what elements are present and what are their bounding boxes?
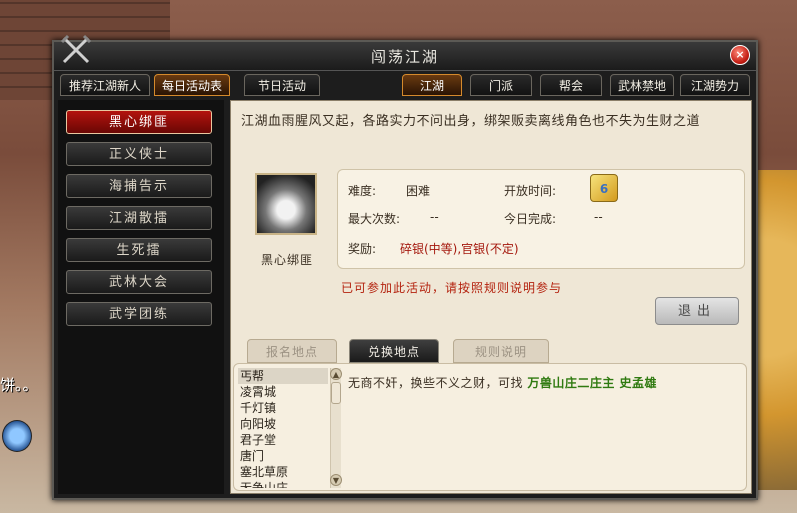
title-bar[interactable]: 闯荡江湖 × [54, 34, 756, 71]
list-item[interactable]: 君子堂 [238, 432, 328, 448]
activity-sidebar: 黑心绑匪 正义侠士 海捕告示 江湖散擂 生死擂 武林大会 武学团练 [58, 100, 224, 494]
scroll-up-icon[interactable]: ▲ [330, 368, 342, 380]
exchange-location-box: 丐帮 凌霄城 千灯镇 向阳坡 君子堂 唐门 塞北草原 无争山庄 ▲ ▼ 无商不奸… [233, 363, 747, 491]
place-list: 丐帮 凌霄城 千灯镇 向阳坡 君子堂 唐门 塞北草原 无争山庄 [238, 368, 328, 488]
sidebar-item-wanted-notice[interactable]: 海捕告示 [66, 174, 212, 198]
tab-exchange-location[interactable]: 兑换地点 [349, 339, 439, 363]
window-title: 闯荡江湖 [370, 48, 439, 66]
tab-forbidden-land[interactable]: 武林禁地 [610, 74, 674, 96]
sidebar-item-death-arena[interactable]: 生死擂 [66, 238, 212, 262]
activity-name: 黑心绑匪 [260, 253, 313, 267]
skill-orb-icon[interactable] [2, 420, 32, 452]
adventure-window: 闯荡江湖 × 推荐江湖新人 每日活动表 节日活动 江湖 门派 帮会 武林禁地 江… [52, 34, 758, 500]
activity-info-box: 难度: 困难 开放时间: 6 最大次数: -- 今日完成: -- 奖励: 碎银(… [337, 169, 745, 269]
list-item[interactable]: 丐帮 [238, 368, 328, 384]
background-chat-text: 饼。。 [0, 376, 38, 394]
today-done-value: -- [594, 210, 603, 224]
activity-intro: 江湖血雨腥风又起，各路实力不问出身，绑架贩卖离线角色也不失为生财之道 [241, 114, 701, 129]
reward-value: 碎银(中等),官银(不定) [400, 242, 519, 256]
tab-recommend-newcomers[interactable]: 推荐江湖新人 [60, 74, 150, 96]
scroll-down-icon[interactable]: ▼ [330, 474, 342, 486]
list-item[interactable]: 塞北草原 [238, 464, 328, 480]
max-times-label: 最大次数: [348, 212, 401, 226]
sidebar-item-kidnapper[interactable]: 黑心绑匪 [66, 110, 212, 134]
sidebar-item-martial-conference[interactable]: 武林大会 [66, 270, 212, 294]
difficulty-value: 困难 [406, 184, 431, 198]
exchange-description: 无商不奸，换些不义之财，可找 万兽山庄二庄主 史孟雄 [348, 374, 657, 391]
close-button[interactable]: × [730, 45, 750, 65]
tab-jianghu-forces[interactable]: 江湖势力 [680, 74, 750, 96]
tab-guild[interactable]: 帮会 [540, 74, 602, 96]
open-time-label: 开放时间: [504, 184, 557, 198]
list-item[interactable]: 向阳坡 [238, 416, 328, 432]
sidebar-item-martial-training[interactable]: 武学团练 [66, 302, 212, 326]
exit-button[interactable]: 退出 [655, 297, 739, 325]
list-item[interactable]: 千灯镇 [238, 400, 328, 416]
scrollbar-thumb[interactable] [331, 382, 341, 404]
place-list-scrollbar[interactable]: ▲ ▼ [330, 368, 342, 488]
list-item[interactable]: 唐门 [238, 448, 328, 464]
tab-sect[interactable]: 门派 [470, 74, 532, 96]
today-done-label: 今日完成: [504, 212, 557, 226]
tab-rules[interactable]: 规则说明 [453, 339, 549, 363]
exchange-text: 无商不奸，换些不义之财，可找 [348, 376, 524, 390]
reward-label: 奖励: [348, 242, 377, 256]
tab-jianghu[interactable]: 江湖 [402, 74, 462, 96]
difficulty-label: 难度: [348, 184, 377, 198]
sidebar-item-free-arena[interactable]: 江湖散擂 [66, 206, 212, 230]
tab-daily-activities[interactable]: 每日活动表 [154, 74, 230, 96]
max-times-value: -- [430, 210, 439, 224]
tab-festival-activities[interactable]: 节日活动 [244, 74, 320, 96]
calendar-icon[interactable]: 6 [590, 174, 618, 202]
loot-bag-icon [255, 173, 317, 235]
list-item[interactable]: 无争山庄 [238, 480, 328, 488]
activity-detail-panel: 江湖血雨腥风又起，各路实力不问出身，绑架贩卖离线角色也不失为生财之道 黑心绑匪 … [230, 100, 752, 494]
participation-notice: 已可参加此活动，请按照规则说明参与 [341, 281, 563, 295]
npc-link[interactable]: 万兽山庄二庄主 史孟雄 [527, 376, 657, 390]
tab-signup-location[interactable]: 报名地点 [247, 339, 337, 363]
sidebar-item-righteous-hero[interactable]: 正义侠士 [66, 142, 212, 166]
list-item[interactable]: 凌霄城 [238, 384, 328, 400]
